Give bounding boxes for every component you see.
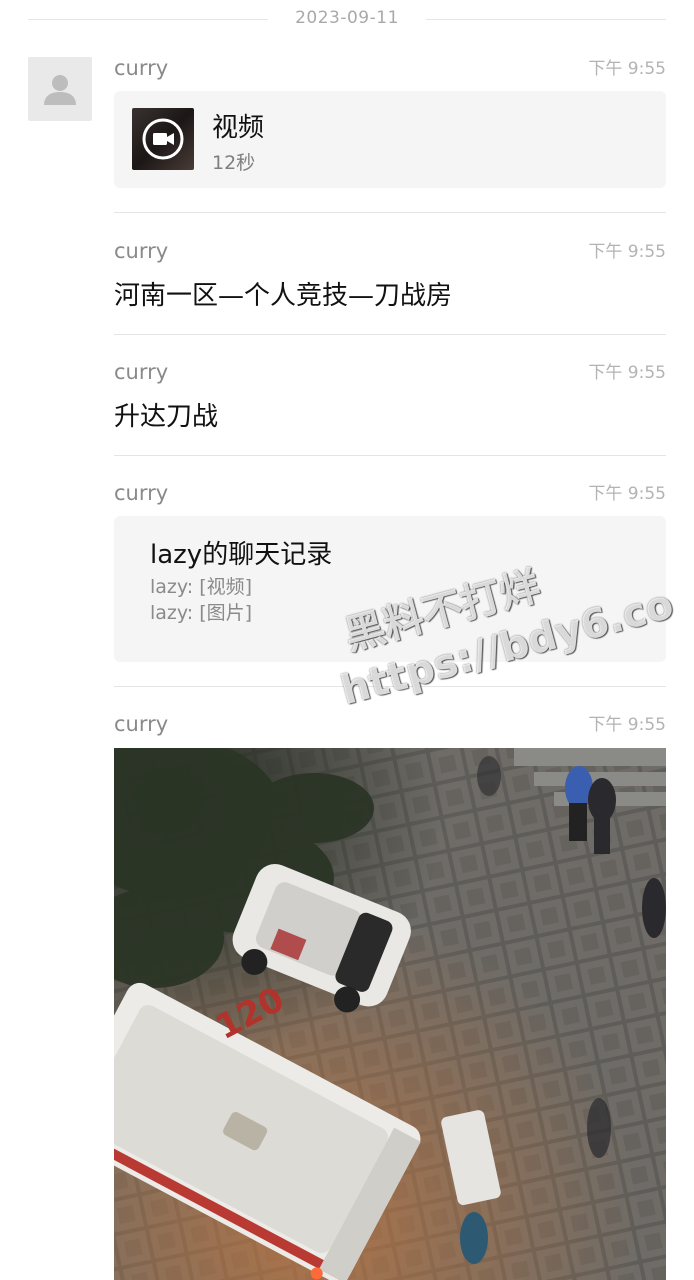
message-divider: [114, 686, 666, 687]
sender-name: curry: [114, 239, 169, 263]
message-divider: [114, 455, 666, 456]
date-separator: 2023-09-11: [0, 8, 694, 32]
video-title: 视频: [212, 113, 265, 143]
message-divider: [114, 212, 666, 213]
message-time: 下午 9:55: [588, 242, 666, 262]
message-photo[interactable]: 120: [114, 748, 666, 1280]
date-label: 2023-09-11: [295, 8, 399, 28]
message-video: curry 下午 9:55 视频 12秒: [114, 54, 666, 194]
default-avatar-icon: [44, 75, 76, 105]
sender-name: curry: [114, 712, 169, 736]
date-separator-line-right: [426, 19, 666, 20]
message-time: 下午 9:55: [588, 484, 666, 504]
message-time: 下午 9:55: [588, 363, 666, 383]
message-divider: [114, 334, 666, 335]
message-time: 下午 9:55: [588, 59, 666, 79]
sender-name: curry: [114, 481, 169, 505]
video-camera-icon: [142, 118, 184, 160]
chat-record-line: lazy: [图片]: [150, 602, 253, 624]
message-text: curry 下午 9:55 河南一区—个人竞技—刀战房: [114, 237, 666, 317]
chat-record-line: lazy: [视频]: [150, 576, 253, 598]
video-thumbnail: [132, 108, 194, 170]
chat-record-card[interactable]: lazy的聊天记录 lazy: [视频] lazy: [图片]: [114, 516, 666, 662]
message-body[interactable]: 升达刀战: [114, 396, 218, 433]
date-separator-line-left: [28, 19, 268, 20]
avatar[interactable]: [28, 57, 92, 121]
message-chat-record: curry 下午 9:55 lazy的聊天记录 lazy: [视频] lazy:…: [114, 479, 666, 669]
sender-name: curry: [114, 360, 169, 384]
video-duration: 12秒: [212, 152, 256, 174]
photo-street-scene: 120: [114, 748, 666, 1280]
message-time: 下午 9:55: [588, 715, 666, 735]
message-text: curry 下午 9:55 升达刀战: [114, 358, 666, 438]
message-image: curry 下午 9:55: [114, 710, 666, 750]
chat-record-title: lazy的聊天记录: [150, 540, 333, 570]
video-card[interactable]: 视频 12秒: [114, 91, 666, 188]
sender-name: curry: [114, 56, 169, 80]
message-body[interactable]: 河南一区—个人竞技—刀战房: [114, 275, 452, 312]
